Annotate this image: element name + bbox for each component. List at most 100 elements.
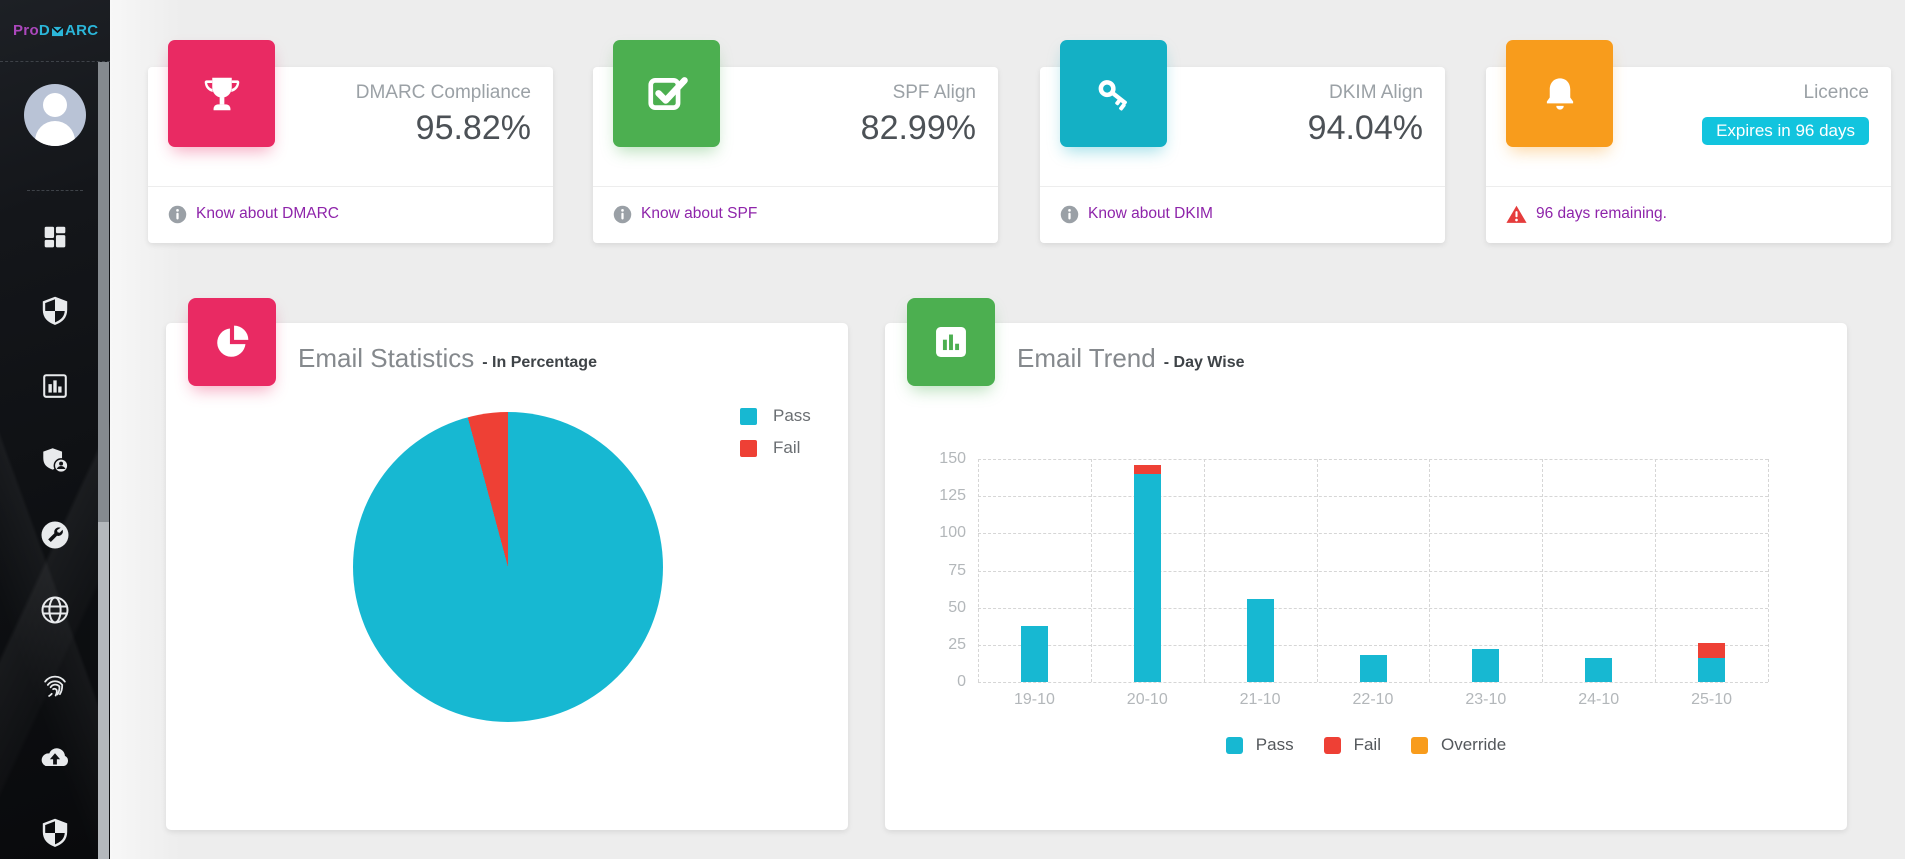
stat-card-dkim-align: DKIM Align 94.04% Know about DKIM [1040,67,1445,243]
gridline-vertical [1542,459,1543,682]
gridline-vertical [1317,459,1318,682]
stat-card-label: DKIM Align [1329,82,1423,104]
stat-card-footer-link[interactable]: Know about DKIM [1060,200,1213,228]
email-trend-title-text: Email Trend [1017,343,1156,373]
gridline-horizontal [978,496,1768,497]
bar-25-10-pass [1698,658,1725,682]
key-icon [1060,40,1167,147]
gridline-vertical [1768,459,1769,682]
legend-label: Override [1441,735,1506,755]
x-tick-label: 22-10 [1317,691,1430,709]
logo-m-icon [51,26,64,37]
gridline-horizontal [978,459,1768,460]
stat-card-dmarc-compliance: DMARC Compliance 95.82% Know about DMARC [148,67,553,243]
pie-chart [353,412,663,722]
stat-card-licence: Licence Expires in 96 days 96 days remaini… [1486,67,1891,243]
bar-legend-item-fail[interactable]: Fail [1324,735,1381,755]
stat-card-divider [148,186,553,187]
pie-legend-item-pass[interactable]: Pass [740,406,811,426]
legend-label: Fail [1354,735,1381,755]
stat-card-value: 94.04% [1308,109,1423,148]
logo-arc-text: ARC [65,22,98,39]
info-icon [613,205,632,224]
bar-plot: 025507510012515019-1020-1021-1022-1023-1… [978,459,1768,682]
bar-chart-mini-icon [907,298,995,386]
legend-label: Fail [773,438,800,458]
pie-chart-icon [188,298,276,386]
email-statistics-card: Email Statistics- In Percentage Pass Fail [166,323,848,830]
sidebar-item-shield[interactable] [33,292,77,336]
stat-card-footer-text: 96 days remaining. [1536,205,1667,223]
user-avatar[interactable] [24,84,86,146]
stat-card-divider [1040,186,1445,187]
licence-expiry-badge: Expires in 96 days [1702,117,1869,145]
gridline-horizontal [978,645,1768,646]
logo-d-text: D [39,22,50,39]
stat-card-footer-link[interactable]: Know about SPF [613,200,757,228]
x-tick-label: 25-10 [1655,691,1768,709]
bar-legend-item-override[interactable]: Override [1411,735,1506,755]
y-tick-label: 25 [916,635,966,655]
bar-20-10-fail [1134,465,1161,474]
sidebar: ProDARC [0,0,110,859]
gridline-vertical [1091,459,1092,682]
gridline-horizontal [978,682,1768,683]
gridline-vertical [1655,459,1656,682]
gridline-vertical [978,459,979,682]
sidebar-divider [27,190,83,191]
user-shield-icon [40,445,70,480]
x-tick-label: 23-10 [1429,691,1542,709]
email-statistics-title: Email Statistics- In Percentage [298,343,597,374]
gridline-horizontal [978,608,1768,609]
stat-card-divider [1486,186,1891,187]
sidebar-item-globe[interactable] [33,590,77,634]
stat-card-value: 82.99% [861,109,976,148]
legend-swatch [1226,737,1243,754]
sidebar-item-fingerprint[interactable] [33,665,77,709]
x-tick-label: 20-10 [1091,691,1204,709]
y-tick-label: 50 [916,598,966,618]
stat-card-footer-link[interactable]: Know about DMARC [168,200,339,228]
x-tick-label: 24-10 [1542,691,1655,709]
sidebar-item-user-shield[interactable] [33,441,77,485]
stat-card-footer-text: Know about SPF [641,205,757,223]
stat-card-label: Licence [1804,82,1870,104]
shield-check-icon [39,817,71,854]
sidebar-item-wrench[interactable] [33,515,77,559]
checkbox-icon [613,40,720,147]
gridline-horizontal [978,533,1768,534]
stat-card-spf-align: SPF Align 82.99% Know about SPF [593,67,998,243]
bar-chart-icon [40,371,70,406]
gridline-vertical [1204,459,1205,682]
sidebar-scrollbar-thumb[interactable] [98,62,109,522]
pie-legend: Pass Fail [740,406,811,458]
sidebar-item-shield-check[interactable] [33,814,77,858]
fingerprint-icon [40,669,70,704]
sidebar-item-bar-chart[interactable] [33,366,77,410]
gridline-vertical [1429,459,1430,682]
globe-icon [39,594,71,631]
legend-swatch [1324,737,1341,754]
app-logo[interactable]: ProDARC [0,0,110,62]
warning-triangle-icon [1506,205,1527,224]
avatar-shoulders [35,121,75,146]
y-tick-label: 75 [916,561,966,581]
legend-label: Pass [773,406,811,426]
stat-card-footer-link[interactable]: 96 days remaining. [1506,200,1667,228]
sidebar-item-cloud-upload[interactable] [33,739,77,783]
pie-legend-item-fail[interactable]: Fail [740,438,811,458]
avatar-head [43,93,67,117]
sidebar-item-dashboard-grid[interactable] [33,217,77,261]
stat-card-label: SPF Align [893,82,976,104]
stat-card-label: DMARC Compliance [356,82,531,104]
stat-card-value: 95.82% [416,109,531,148]
legend-swatch [740,440,757,457]
stat-card-footer-text: Know about DKIM [1088,205,1213,223]
x-tick-label: 21-10 [1204,691,1317,709]
bar-legend-item-pass[interactable]: Pass [1226,735,1294,755]
bar-23-10-pass [1472,649,1499,682]
legend-swatch [1411,737,1428,754]
y-tick-label: 100 [916,523,966,543]
cloud-upload-icon [38,745,72,777]
dashboard-grid-icon [40,222,70,257]
